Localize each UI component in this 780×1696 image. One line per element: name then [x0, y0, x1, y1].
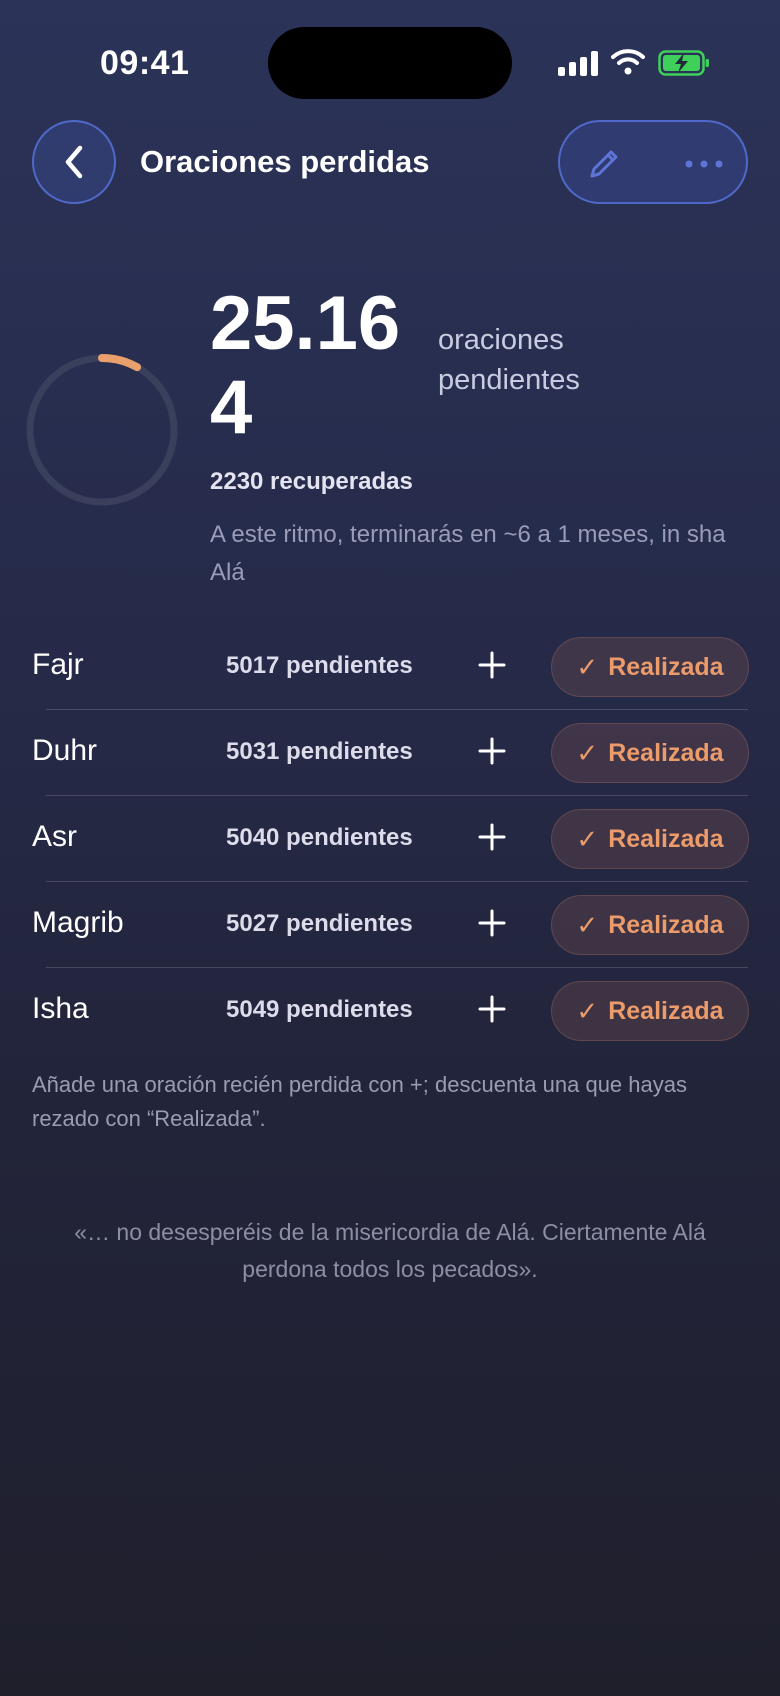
- mark-done-label: Realizada: [608, 910, 724, 939]
- mark-done-button[interactable]: ✓ Realizada: [551, 723, 749, 783]
- add-missed-button[interactable]: [472, 903, 512, 943]
- usage-hint: Añade una oración recién perdida con +; …: [32, 1072, 687, 1131]
- add-missed-button[interactable]: [472, 645, 512, 685]
- add-missed-button[interactable]: [472, 731, 512, 771]
- prayer-pending-count: 5031 pendientes: [226, 738, 413, 765]
- prayer-row-isha: Isha 5049 pendientes ✓ Realizada: [0, 968, 780, 1054]
- dynamic-island: [268, 27, 512, 99]
- add-missed-button[interactable]: [472, 989, 512, 1029]
- prayer-row-duhr: Duhr 5031 pendientes ✓ Realizada: [0, 710, 780, 796]
- wifi-icon: [611, 49, 645, 75]
- back-button[interactable]: [32, 120, 116, 204]
- checkmark-icon: ✓: [576, 995, 599, 1026]
- pencil-icon: [590, 150, 618, 178]
- prayer-row-fajr: Fajr 5017 pendientes ✓ Realizada: [0, 624, 780, 710]
- plus-icon: [478, 909, 506, 937]
- prayer-list: Fajr 5017 pendientes ✓ Realizada Duhr 50…: [0, 624, 780, 1054]
- prayer-name: Isha: [32, 992, 89, 1025]
- prayer-name: Magrib: [32, 906, 124, 939]
- prayer-pending-count: 5017 pendientes: [226, 652, 413, 679]
- pending-label: oraciones pendientes: [438, 324, 580, 396]
- mark-done-label: Realizada: [608, 738, 724, 767]
- recovered-count: 2230 recuperadas: [210, 468, 413, 495]
- mark-done-label: Realizada: [608, 652, 724, 681]
- checkmark-icon: ✓: [576, 823, 599, 854]
- header-actions: [558, 120, 748, 204]
- add-missed-button[interactable]: [472, 817, 512, 857]
- prayer-row-magrib: Magrib 5027 pendientes ✓ Realizada: [0, 882, 780, 968]
- mark-done-label: Realizada: [608, 824, 724, 853]
- prayer-name: Asr: [32, 820, 77, 853]
- plus-icon: [478, 651, 506, 679]
- status-bar: 09:41: [0, 0, 780, 120]
- plus-icon: [478, 995, 506, 1023]
- chevron-left-icon: [65, 145, 83, 179]
- more-button[interactable]: [678, 140, 730, 188]
- pending-total: 25.164: [210, 281, 401, 450]
- progress-ring: [26, 354, 178, 506]
- mark-done-button[interactable]: ✓ Realizada: [551, 809, 749, 869]
- checkmark-icon: ✓: [576, 651, 599, 682]
- page-title: Oraciones perdidas: [140, 144, 430, 179]
- cellular-signal-icon: [558, 50, 598, 76]
- prayer-pending-count: 5027 pendientes: [226, 910, 413, 937]
- checkmark-icon: ✓: [576, 909, 599, 940]
- edit-button[interactable]: [580, 140, 628, 188]
- prayer-pending-count: 5049 pendientes: [226, 996, 413, 1023]
- prayer-name: Fajr: [32, 648, 84, 681]
- prayer-row-asr: Asr 5040 pendientes ✓ Realizada: [0, 796, 780, 882]
- checkmark-icon: ✓: [576, 737, 599, 768]
- mark-done-button[interactable]: ✓ Realizada: [551, 981, 749, 1041]
- quran-quote: «… no desesperéis de la misericordia de …: [74, 1219, 706, 1282]
- plus-icon: [478, 823, 506, 851]
- mark-done-button[interactable]: ✓ Realizada: [551, 895, 749, 955]
- prayer-name: Duhr: [32, 734, 98, 767]
- battery-charging-icon: [658, 50, 709, 76]
- plus-icon: [478, 737, 506, 765]
- ellipsis-icon: [685, 160, 723, 168]
- mark-done-button[interactable]: ✓ Realizada: [551, 637, 749, 697]
- mark-done-label: Realizada: [608, 996, 724, 1025]
- prayer-pending-count: 5040 pendientes: [226, 824, 413, 851]
- completion-estimate: A este ritmo, terminarás en ~6 a 1 meses…: [210, 521, 726, 586]
- status-time: 09:41: [100, 44, 190, 82]
